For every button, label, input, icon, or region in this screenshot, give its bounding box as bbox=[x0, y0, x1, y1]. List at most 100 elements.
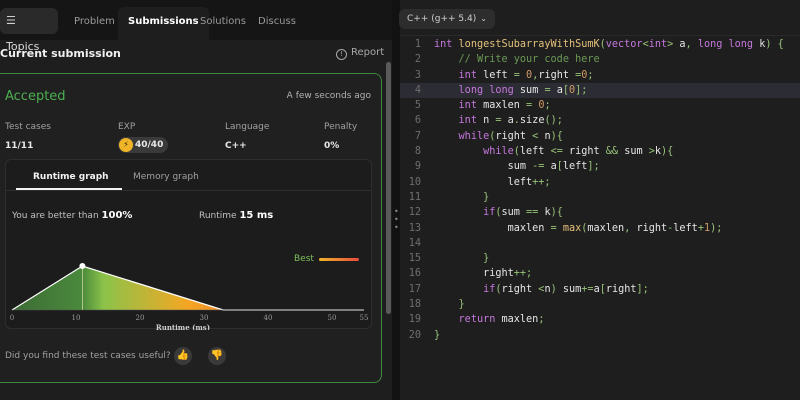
code-line[interactable]: 9 sum -= a[left]; bbox=[400, 159, 800, 174]
line-number: 5 bbox=[414, 100, 421, 112]
line-number: 14 bbox=[408, 237, 421, 249]
code-text: } bbox=[434, 253, 490, 265]
runtime-value: 15 ms bbox=[239, 210, 274, 221]
exp-label: EXP bbox=[118, 122, 136, 132]
code-line[interactable]: 1 int longestSubarrayWithSumK(vector<int>… bbox=[400, 37, 800, 52]
test-cases-label: Test cases bbox=[5, 122, 51, 132]
code-line[interactable]: 4 long long sum = a[0]; bbox=[400, 82, 800, 99]
line-number: 12 bbox=[408, 207, 421, 219]
thumbs-up-button[interactable]: 👍 bbox=[174, 347, 192, 365]
code-text: while(right < n){ bbox=[458, 130, 563, 142]
line-number: 13 bbox=[408, 222, 421, 234]
language-value: C++ bbox=[225, 141, 247, 151]
status-accepted: Accepted bbox=[5, 89, 66, 104]
code-text: maxlen = max(maxlen, right-left+1); bbox=[507, 222, 723, 234]
line-number: 7 bbox=[414, 130, 421, 142]
code-text: long long sum = a[0]; bbox=[458, 84, 588, 96]
code-line[interactable]: 8 while(left <= right && sum >k){ bbox=[400, 144, 800, 159]
line-number: 1 bbox=[414, 39, 421, 50]
topics-button[interactable]: ☰Topics bbox=[0, 8, 58, 53]
code-line[interactable]: 5 int maxlen = 0; bbox=[400, 98, 800, 113]
line-number: 6 bbox=[414, 115, 421, 127]
x-axis-label: Runtime (ms) bbox=[156, 323, 210, 330]
code-line[interactable]: 7 while(right < n){ bbox=[400, 129, 800, 144]
line-number: 20 bbox=[408, 329, 421, 341]
line-number: 4 bbox=[414, 84, 421, 96]
scrollbar-thumb[interactable] bbox=[386, 62, 391, 314]
feedback-question: Did you find these test cases useful? bbox=[5, 351, 171, 361]
language-select[interactable]: C++ (g++ 5.4) ⌄ bbox=[399, 9, 495, 29]
code-line[interactable]: 12 if(sum == k){ bbox=[400, 205, 800, 220]
editor-toolbar: C++ (g++ 5.4) ⌄ bbox=[399, 0, 800, 36]
x-tick-label: 20 bbox=[136, 314, 145, 322]
code-text: // Write your code here bbox=[458, 54, 600, 66]
code-line[interactable]: 16 right++; bbox=[400, 266, 800, 281]
code-line[interactable]: 15 } bbox=[400, 251, 800, 266]
language-label: Language bbox=[225, 122, 270, 132]
thumbs-down-button[interactable]: 👎 bbox=[208, 347, 226, 365]
runtime-area bbox=[12, 266, 364, 310]
drag-handle-icon: • • • bbox=[394, 207, 399, 232]
better-percent: 100% bbox=[101, 210, 133, 221]
code-line[interactable]: 10 left++; bbox=[400, 175, 800, 190]
x-tick-label: 10 bbox=[72, 314, 81, 322]
panel-splitter[interactable]: • • • bbox=[392, 0, 400, 400]
code-line[interactable]: 18 } bbox=[400, 297, 800, 312]
code-text: } bbox=[434, 329, 441, 341]
menu-icon: ☰ bbox=[6, 14, 16, 27]
exp-value: 40/40 bbox=[135, 140, 164, 150]
code-line[interactable]: 20} bbox=[400, 328, 800, 343]
code-text: if(sum == k){ bbox=[483, 207, 563, 219]
code-text: while(left <= right && sum >k){ bbox=[483, 146, 674, 158]
code-line[interactable]: 6 int n = a.size(); bbox=[400, 113, 800, 128]
code-line[interactable]: 19 return maxlen; bbox=[400, 312, 800, 327]
code-text: } bbox=[434, 299, 465, 311]
line-number: 16 bbox=[408, 268, 421, 280]
x-tick-label: 0 bbox=[10, 314, 14, 322]
better-prefix: You are better than bbox=[12, 211, 99, 221]
chevron-down-icon: ⌄ bbox=[480, 14, 487, 23]
line-number: 3 bbox=[414, 69, 421, 81]
code-text: } bbox=[434, 191, 490, 203]
line-number: 2 bbox=[414, 54, 421, 66]
line-number: 11 bbox=[408, 191, 421, 203]
penalty-value: 0% bbox=[324, 141, 340, 151]
runtime-chart: 0 10 20 30 40 50 55 Runtime (ms) bbox=[10, 263, 369, 330]
code-line[interactable]: 11 } bbox=[400, 190, 800, 205]
line-number: 17 bbox=[408, 283, 421, 295]
x-tick-label: 55 bbox=[360, 314, 369, 322]
tab-problem[interactable]: Problem bbox=[64, 7, 125, 37]
code-area[interactable]: 1 int longestSubarrayWithSumK(vector<int>… bbox=[400, 37, 800, 343]
tab-memory-graph[interactable]: Memory graph bbox=[133, 172, 199, 182]
code-line[interactable]: 17 if(right <n) sum+=a[right]; bbox=[400, 282, 800, 297]
code-text: int left = 0,right =0; bbox=[458, 69, 594, 81]
code-line[interactable]: 14 bbox=[400, 236, 800, 251]
runtime-prefix: Runtime bbox=[199, 211, 237, 221]
code-line[interactable]: 13 maxlen = max(maxlen, right-left+1); bbox=[400, 221, 800, 236]
x-tick-label: 40 bbox=[264, 314, 273, 322]
tab-solutions[interactable]: Solutions bbox=[190, 7, 256, 37]
test-cases-value: 11/11 bbox=[5, 141, 34, 151]
code-text: left++; bbox=[507, 176, 551, 188]
tab-discuss[interactable]: Discuss bbox=[248, 7, 306, 37]
line-number: 19 bbox=[408, 314, 421, 326]
tab-runtime-graph[interactable]: Runtime graph bbox=[33, 172, 109, 182]
exp-badge: ⚡ 40/40 bbox=[118, 137, 168, 153]
submission-result-card: Accepted A few seconds ago Test cases 11… bbox=[0, 73, 382, 383]
runtime-graph-box: Runtime graph Memory graph You are bette… bbox=[5, 159, 372, 330]
line-number: 9 bbox=[414, 161, 421, 173]
code-text: int longestSubarrayWithSumK(vector<int> … bbox=[434, 39, 784, 50]
better-than-text: You are better than 100% bbox=[12, 210, 132, 221]
code-line[interactable]: 3 int left = 0,right =0; bbox=[400, 68, 800, 83]
code-text: if(right <n) sum+=a[right]; bbox=[483, 283, 649, 295]
report-label: Report bbox=[351, 47, 385, 58]
submission-header: Current submission ! Report bbox=[0, 46, 392, 62]
code-text: return maxlen; bbox=[458, 314, 545, 326]
code-line[interactable]: 2 // Write your code here bbox=[400, 52, 800, 67]
alert-circle-icon: ! bbox=[336, 49, 347, 60]
report-button[interactable]: ! Report bbox=[336, 47, 384, 60]
code-text: int maxlen = 0; bbox=[458, 100, 551, 112]
runtime-marker bbox=[79, 263, 86, 269]
language-select-value: C++ (g++ 5.4) bbox=[407, 14, 477, 24]
current-submission-title: Current submission bbox=[0, 47, 121, 60]
